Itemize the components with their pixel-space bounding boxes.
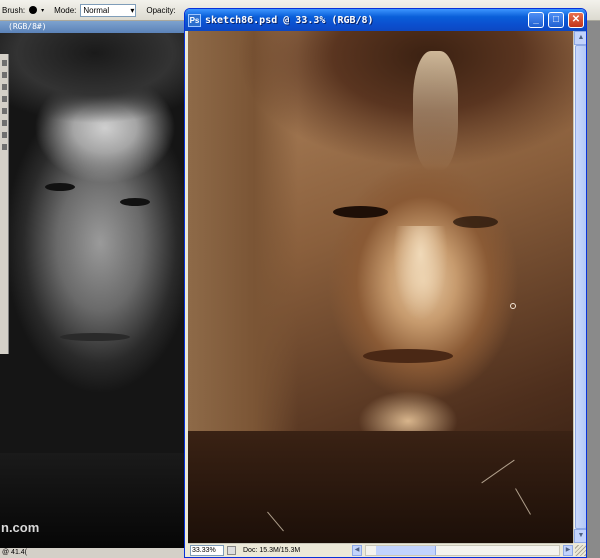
resize-grip[interactable]	[575, 545, 586, 556]
sketch-document-window[interactable]: Ps sketch86.psd @ 33.3% (RGB/8) _ □ ✕ ▲ …	[184, 8, 587, 558]
mode-label: Mode:	[54, 5, 77, 15]
document-title: sketch86.psd @ 33.3% (RGB/8)	[205, 14, 374, 26]
painting-left-eye	[333, 206, 388, 218]
scroll-left-arrow-icon[interactable]: ◀	[352, 545, 362, 556]
vertical-scrollbar[interactable]: ▲ ▼	[573, 31, 586, 543]
painting-shirt-region	[188, 431, 573, 543]
minimize-button[interactable]: _	[528, 12, 544, 28]
close-button[interactable]: ✕	[568, 12, 584, 28]
sketch-titlebar[interactable]: Ps sketch86.psd @ 33.3% (RGB/8) _ □ ✕	[185, 9, 586, 31]
painting-right-eye	[453, 216, 498, 228]
painting-nose	[393, 226, 448, 321]
tool-icon[interactable]	[2, 84, 7, 90]
tool-icon[interactable]	[2, 60, 7, 66]
brush-label: Brush:	[2, 5, 26, 15]
photo-right-eye	[120, 198, 150, 206]
reference-photo-status: @ 41.4(	[0, 548, 186, 558]
scroll-down-arrow-icon[interactable]: ▼	[574, 529, 586, 543]
brush-dropdown-icon[interactable]: ▾	[41, 7, 44, 14]
tools-palette-edge[interactable]	[0, 54, 9, 354]
horizontal-scroll-thumb[interactable]	[376, 546, 436, 555]
document-status-bar: 33.33% Doc: 15.3M/15.3M ◀ ▶	[188, 543, 573, 557]
reference-photo-canvas[interactable]: n.com	[0, 33, 186, 553]
tool-icon[interactable]	[2, 132, 7, 138]
reference-photo-titlebar[interactable]: (RGB/8#)	[0, 21, 186, 33]
vertical-scroll-thumb[interactable]	[575, 45, 586, 529]
mode-select[interactable]: Normal	[80, 3, 137, 17]
tool-icon[interactable]	[2, 120, 7, 126]
scroll-right-arrow-icon[interactable]: ▶	[563, 545, 573, 556]
photo-mouth	[60, 333, 130, 341]
tool-icon[interactable]	[2, 144, 7, 150]
document-size: Doc: 15.3M/15.3M	[243, 547, 301, 554]
maximize-button[interactable]: □	[548, 12, 564, 28]
zoom-level-field[interactable]: 33.33%	[190, 545, 224, 556]
opacity-label: Opacity:	[146, 5, 176, 15]
painting-hair-region	[228, 31, 573, 166]
brush-preset-picker[interactable]	[29, 6, 38, 14]
horizontal-scrollbar[interactable]	[365, 545, 560, 556]
sketch-canvas[interactable]	[188, 31, 573, 543]
reference-photo-window[interactable]: (RGB/8#) n.com	[0, 21, 186, 558]
photoshop-app-icon[interactable]: Ps	[188, 13, 201, 27]
tool-icon[interactable]	[2, 96, 7, 102]
brush-cursor	[510, 303, 516, 309]
photo-hair-region	[0, 33, 186, 128]
photo-shirt-region	[0, 453, 186, 553]
painting-mouth	[363, 349, 453, 363]
scroll-up-arrow-icon[interactable]: ▲	[574, 31, 586, 45]
painting-hair-highlight	[413, 51, 458, 171]
status-info-icon[interactable]	[227, 546, 236, 555]
tool-icon[interactable]	[2, 108, 7, 114]
photo-left-eye	[45, 183, 75, 191]
photo-watermark: n.com	[1, 520, 40, 535]
tool-icon[interactable]	[2, 72, 7, 78]
